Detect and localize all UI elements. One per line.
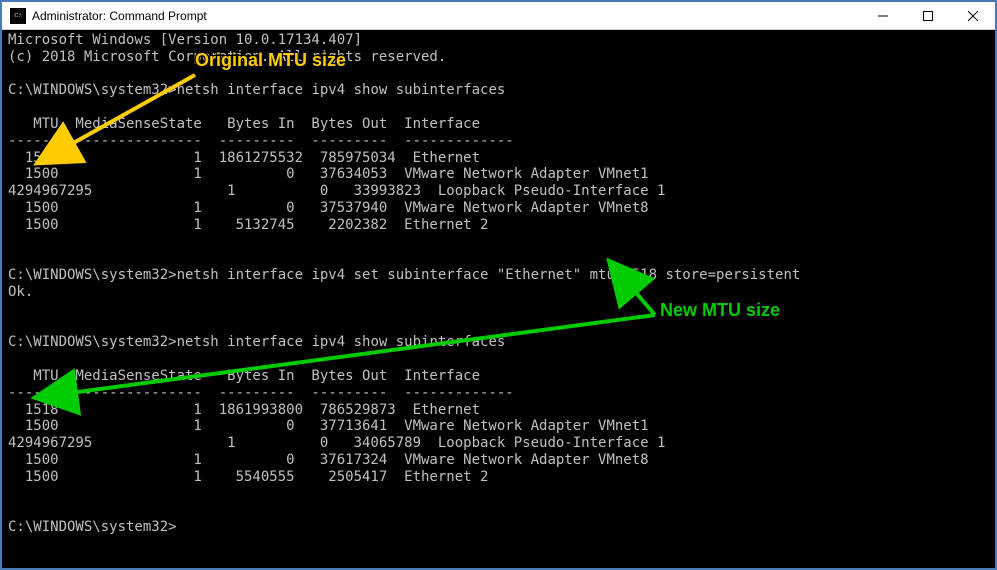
window-title: Administrator: Command Prompt xyxy=(32,9,860,23)
table-row: 1500 1 0 37617324 VMware Network Adapter… xyxy=(8,452,649,468)
table-header: MTU MediaSenseState Bytes In Bytes Out I… xyxy=(8,368,480,384)
prompt: C:\WINDOWS\system32> xyxy=(8,267,177,283)
table-separator: ------ --------------- --------- -------… xyxy=(8,385,514,401)
table-row: 1500 1 0 37713641 VMware Network Adapter… xyxy=(8,418,649,434)
ok-result: Ok. xyxy=(8,284,33,300)
table-row: 1500 1 0 37537940 VMware Network Adapter… xyxy=(8,200,649,216)
close-button[interactable] xyxy=(950,2,995,29)
command-set: netsh interface ipv4 set subinterface "E… xyxy=(177,267,801,283)
command-show-1: netsh interface ipv4 show subinterfaces xyxy=(177,82,506,98)
prompt: C:\WINDOWS\system32> xyxy=(8,82,177,98)
minimize-button[interactable] xyxy=(860,2,905,29)
table-row: 1518 1 1861993800 786529873 Ethernet xyxy=(8,402,480,418)
maximize-button[interactable] xyxy=(905,2,950,29)
window-controls xyxy=(860,2,995,29)
header-line: (c) 2018 Microsoft Corporation. All righ… xyxy=(8,49,446,65)
table-header: MTU MediaSenseState Bytes In Bytes Out I… xyxy=(8,116,480,132)
header-line: Microsoft Windows [Version 10.0.17134.40… xyxy=(8,32,362,48)
table-row: 1500 1 5540555 2505417 Ethernet 2 xyxy=(8,469,488,485)
prompt: C:\WINDOWS\system32> xyxy=(8,334,177,350)
titlebar: Administrator: Command Prompt xyxy=(2,2,995,30)
table-row: 4294967295 1 0 34065789 Loopback Pseudo-… xyxy=(8,435,665,451)
table-row: 1500 1 1861275532 785975034 Ethernet xyxy=(8,150,480,166)
table-separator: ------ --------------- --------- -------… xyxy=(8,133,514,149)
command-prompt-window: Administrator: Command Prompt Microsoft … xyxy=(0,0,997,570)
table-row: 1500 1 5132745 2202382 Ethernet 2 xyxy=(8,217,488,233)
table-row: 4294967295 1 0 33993823 Loopback Pseudo-… xyxy=(8,183,665,199)
command-show-2: netsh interface ipv4 show subinterfaces xyxy=(177,334,506,350)
cmd-icon xyxy=(10,8,26,24)
terminal-output[interactable]: Microsoft Windows [Version 10.0.17134.40… xyxy=(2,30,995,568)
prompt: C:\WINDOWS\system32> xyxy=(8,519,177,535)
table-row: 1500 1 0 37634053 VMware Network Adapter… xyxy=(8,166,649,182)
